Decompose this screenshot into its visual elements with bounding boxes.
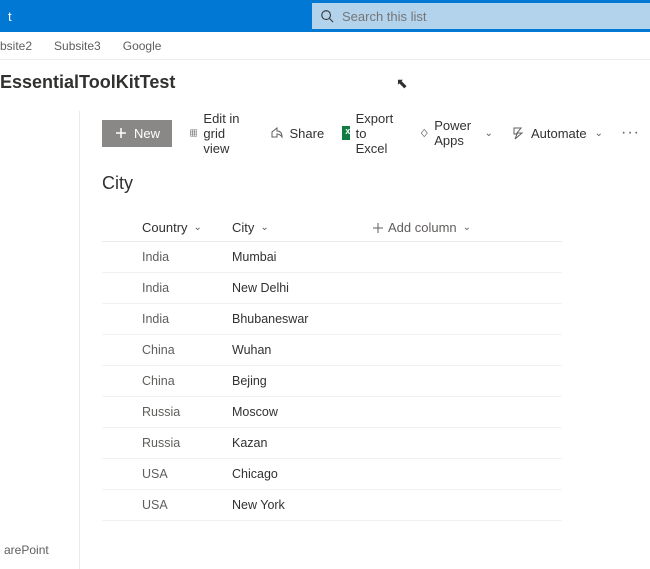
cell-country: India <box>102 281 232 295</box>
chevron-down-icon: ⌄ <box>194 222 202 233</box>
subsite-nav: bsite2 Subsite3 Google <box>0 32 650 60</box>
cell-country: Russia <box>102 405 232 419</box>
automate-label: Automate <box>531 126 587 141</box>
add-column-button[interactable]: Add column ⌄ <box>372 220 562 235</box>
suite-header: t <box>0 0 650 32</box>
command-bar: New Edit in grid view Share Export to Ex… <box>102 111 650 155</box>
table-row[interactable]: ChinaBejing <box>102 366 562 397</box>
export-excel-button[interactable]: Export to Excel <box>342 111 402 156</box>
cell-city: Chicago <box>232 467 372 481</box>
edit-grid-button[interactable]: Edit in grid view <box>190 111 252 156</box>
automate-button[interactable]: Automate ⌄ <box>511 126 603 141</box>
table-row[interactable]: RussiaMoscow <box>102 397 562 428</box>
plus-icon <box>372 222 384 234</box>
search-icon <box>320 9 334 23</box>
add-column-label: Add column <box>388 220 457 235</box>
automate-icon <box>511 126 525 140</box>
powerapps-icon <box>420 126 429 140</box>
powerapps-button[interactable]: Power Apps ⌄ <box>420 118 493 148</box>
subnav-link[interactable]: bsite2 <box>0 39 32 53</box>
chevron-down-icon: ⌄ <box>485 128 493 139</box>
new-button-label: New <box>134 126 160 141</box>
column-header-city[interactable]: City ⌄ <box>232 220 372 235</box>
chevron-down-icon: ⌄ <box>595 128 603 139</box>
cell-city: Mumbai <box>232 250 372 264</box>
cell-city: Moscow <box>232 405 372 419</box>
powerapps-label: Power Apps <box>434 118 476 148</box>
list-table: Country ⌄ City ⌄ Add column ⌄ IndiaMumba… <box>102 214 562 521</box>
share-icon <box>270 126 284 140</box>
cell-city: New York <box>232 498 372 512</box>
column-header-country[interactable]: Country ⌄ <box>102 220 232 235</box>
cell-country: Russia <box>102 436 232 450</box>
cell-city: Bhubaneswar <box>232 312 372 326</box>
table-header: Country ⌄ City ⌄ Add column ⌄ <box>102 214 562 242</box>
table-row[interactable]: RussiaKazan <box>102 428 562 459</box>
main-content: New Edit in grid view Share Export to Ex… <box>80 111 650 569</box>
subnav-link[interactable]: Subsite3 <box>54 39 101 53</box>
share-button[interactable]: Share <box>270 126 325 141</box>
app-name-fragment: t <box>0 9 20 24</box>
cell-country: India <box>102 312 232 326</box>
table-row[interactable]: USAChicago <box>102 459 562 490</box>
table-row[interactable]: USANew York <box>102 490 562 521</box>
table-row[interactable]: IndiaBhubaneswar <box>102 304 562 335</box>
cell-country: China <box>102 374 232 388</box>
chevron-down-icon: ⌄ <box>260 222 268 233</box>
subnav-link[interactable]: Google <box>123 39 162 53</box>
cell-country: USA <box>102 467 232 481</box>
edit-grid-label: Edit in grid view <box>203 111 251 156</box>
site-header: EssentialToolKitTest <box>0 60 650 111</box>
search-box[interactable] <box>312 3 650 29</box>
left-nav-link[interactable]: arePoint <box>4 543 75 563</box>
cell-city: Wuhan <box>232 343 372 357</box>
plus-icon <box>114 126 128 140</box>
table-row[interactable]: IndiaNew Delhi <box>102 273 562 304</box>
chevron-down-icon: ⌄ <box>463 222 471 233</box>
more-button[interactable]: ··· <box>621 124 640 142</box>
column-label: City <box>232 220 254 235</box>
search-input[interactable] <box>342 9 642 24</box>
share-label: Share <box>290 126 325 141</box>
table-row[interactable]: IndiaMumbai <box>102 242 562 273</box>
cell-country: USA <box>102 498 232 512</box>
cell-city: New Delhi <box>232 281 372 295</box>
cell-country: China <box>102 343 232 357</box>
export-label: Export to Excel <box>356 111 402 156</box>
grid-icon <box>190 126 197 140</box>
cell-city: Bejing <box>232 374 372 388</box>
list-title: City <box>102 155 650 214</box>
cell-country: India <box>102 250 232 264</box>
cell-city: Kazan <box>232 436 372 450</box>
left-nav: arePoint <box>0 111 80 569</box>
site-title: EssentialToolKitTest <box>0 72 650 93</box>
table-row[interactable]: ChinaWuhan <box>102 335 562 366</box>
column-label: Country <box>142 220 188 235</box>
new-button[interactable]: New <box>102 120 172 147</box>
excel-icon <box>342 126 349 140</box>
